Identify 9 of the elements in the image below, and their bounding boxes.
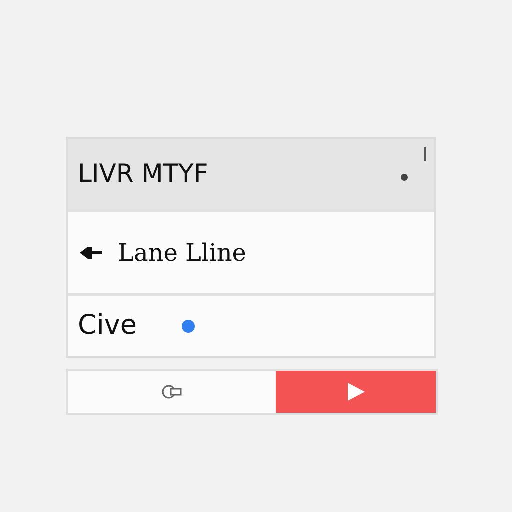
item-label: Cive xyxy=(78,308,137,343)
scroll-indicator xyxy=(424,147,426,161)
item-label: Lane Lline xyxy=(118,238,246,268)
play-button[interactable] xyxy=(276,371,436,413)
globe-icon xyxy=(162,384,182,400)
dot-icon xyxy=(401,174,408,181)
play-icon xyxy=(347,383,365,401)
item-label: LIVR MTYF xyxy=(78,158,208,190)
list-item[interactable]: LIVR MTYF xyxy=(68,139,434,212)
